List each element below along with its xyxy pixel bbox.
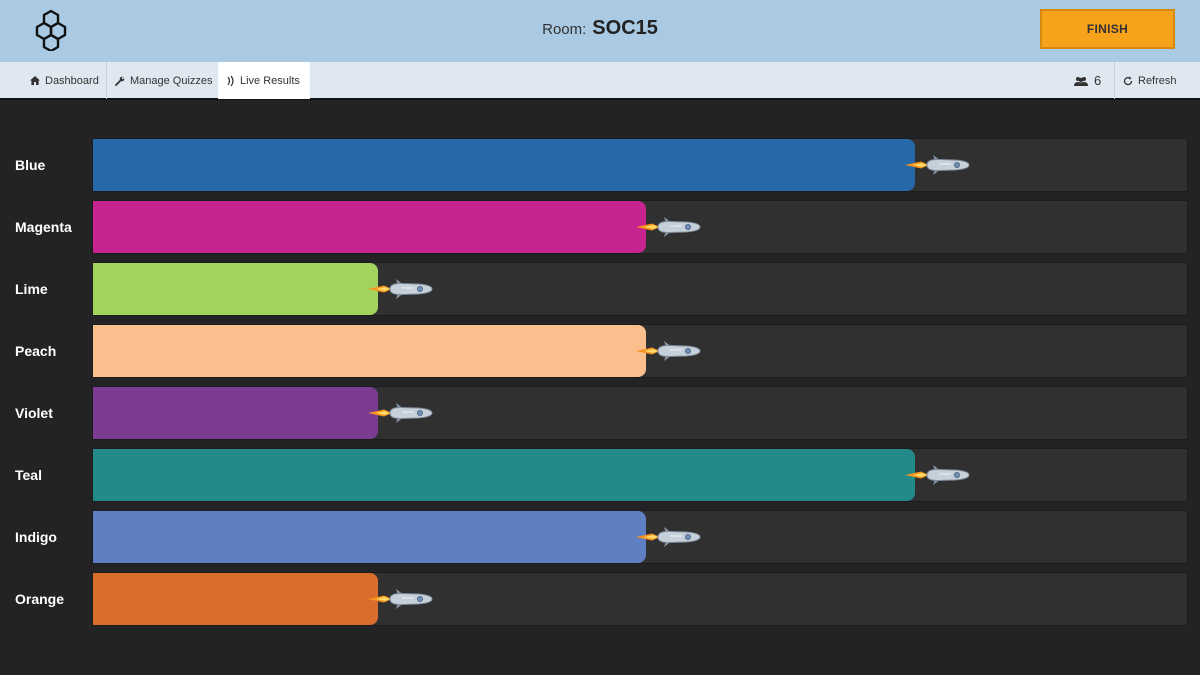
users-icon — [1074, 76, 1088, 86]
race-row-lime: Lime — [0, 262, 1200, 316]
progress-track — [92, 386, 1188, 440]
rocket-icon — [905, 152, 971, 178]
progress-track — [92, 324, 1188, 378]
rocket-icon — [636, 338, 702, 364]
progress-bar — [93, 387, 378, 439]
nav-item-manage-quizzes[interactable]: Manage Quizzes — [106, 62, 221, 99]
race-row-peach: Peach — [0, 324, 1200, 378]
refresh-button[interactable]: Refresh — [1114, 62, 1177, 99]
progress-bar — [93, 201, 646, 253]
rocket-icon — [368, 586, 434, 612]
progress-bar — [93, 139, 915, 191]
team-label: Teal — [15, 467, 42, 483]
nav-bar: Dashboard Manage Quizzes Live Results 6 … — [0, 62, 1200, 100]
user-count: 6 — [1094, 73, 1102, 88]
race-results: Blue Magenta Lime Peach Violet Teal Indigo Oran… — [0, 100, 1200, 675]
progress-track — [92, 262, 1188, 316]
team-label: Lime — [15, 281, 48, 297]
nav-item-live-results[interactable]: Live Results — [218, 62, 310, 99]
team-label: Blue — [15, 157, 46, 173]
race-row-orange: Orange — [0, 572, 1200, 626]
refresh-icon — [1123, 76, 1133, 85]
room-label: Room: — [542, 21, 587, 38]
team-label: Violet — [15, 405, 53, 421]
nav-item-label: Manage Quizzes — [130, 74, 213, 87]
wrench-icon — [115, 76, 125, 86]
signal-icon — [226, 75, 235, 87]
progress-track — [92, 138, 1188, 192]
race-row-violet: Violet — [0, 386, 1200, 440]
nav-item-dashboard[interactable]: Dashboard — [22, 62, 107, 99]
progress-bar — [93, 449, 915, 501]
top-header: Room: SOC15 FINISH — [0, 0, 1200, 62]
progress-bar — [93, 573, 378, 625]
progress-track — [92, 510, 1188, 564]
progress-bar — [93, 263, 378, 315]
race-row-indigo: Indigo — [0, 510, 1200, 564]
progress-track — [92, 200, 1188, 254]
rocket-icon — [368, 400, 434, 426]
race-row-magenta: Magenta — [0, 200, 1200, 254]
progress-bar — [93, 325, 646, 377]
race-row-teal: Teal — [0, 448, 1200, 502]
team-label: Peach — [15, 343, 57, 359]
home-icon — [30, 76, 40, 85]
rocket-icon — [368, 276, 434, 302]
rocket-icon — [905, 462, 971, 488]
finish-button[interactable]: FINISH — [1040, 9, 1175, 49]
team-label: Indigo — [15, 529, 57, 545]
progress-track — [92, 572, 1188, 626]
room-code: SOC15 — [592, 17, 658, 39]
team-label: Magenta — [15, 219, 72, 235]
room-heading: Room: SOC15 — [0, 14, 1200, 44]
team-label: Orange — [15, 591, 65, 607]
race-row-blue: Blue — [0, 138, 1200, 192]
progress-track — [92, 448, 1188, 502]
progress-bar — [93, 511, 646, 563]
nav-item-label: Dashboard — [45, 74, 99, 87]
nav-item-label: Live Results — [240, 74, 300, 87]
refresh-label: Refresh — [1138, 74, 1177, 87]
connected-users: 6 — [1074, 62, 1101, 99]
rocket-icon — [636, 214, 702, 240]
rocket-icon — [636, 524, 702, 550]
